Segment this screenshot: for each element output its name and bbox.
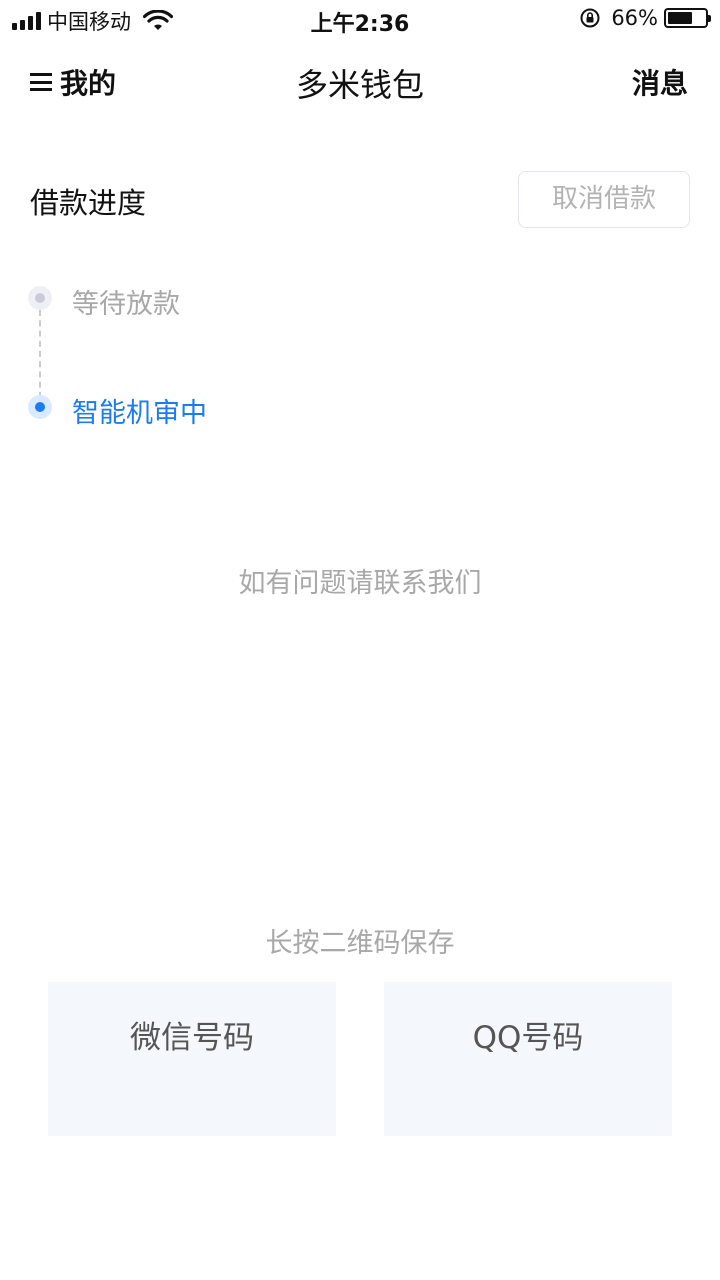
nav-bar: 我的 多米钱包 消息 (0, 40, 720, 120)
rotation-lock-icon (580, 8, 600, 28)
step-label-waiting: 等待放款 (72, 289, 180, 320)
status-bar: 中国移动 上午2:36 66% (0, 0, 720, 40)
step-dot-active (28, 395, 52, 419)
cancel-loan-button[interactable]: 取消借款 (518, 171, 690, 228)
timeline-connector (39, 310, 41, 398)
status-right: 66% (579, 6, 711, 30)
progress-title: 借款进度 (30, 186, 147, 220)
qr-save-hint: 长按二维码保存 (265, 928, 455, 959)
carrier-label: 中国移动 (47, 10, 131, 34)
wifi-icon (143, 10, 173, 30)
step-dot-inactive (28, 286, 52, 310)
screen: 中国移动 上午2:36 66% 我的 多米钱包 消息 借款进度 取消借款 等待放… (0, 0, 720, 1280)
messages-button[interactable]: 消息 (632, 62, 688, 102)
my-menu-button[interactable]: 我的 (30, 62, 116, 102)
progress-timeline: 等待放款 智能机审中 (0, 270, 720, 450)
battery-percent: 66% (611, 6, 658, 30)
wechat-label: 微信号码 (130, 1020, 254, 1056)
battery-fill (668, 12, 692, 24)
my-label: 我的 (60, 67, 117, 100)
step-label-reviewing: 智能机审中 (72, 398, 207, 429)
battery-icon (664, 8, 711, 28)
qq-qr-card[interactable]: QQ号码 (384, 982, 672, 1136)
wechat-qr-card[interactable]: 微信号码 (48, 982, 336, 1136)
signal-icon (12, 12, 41, 30)
menu-icon (30, 73, 52, 91)
status-left: 中国移动 (12, 6, 173, 36)
qq-label: QQ号码 (472, 1020, 584, 1056)
contact-hint: 如有问题请联系我们 (238, 568, 482, 599)
